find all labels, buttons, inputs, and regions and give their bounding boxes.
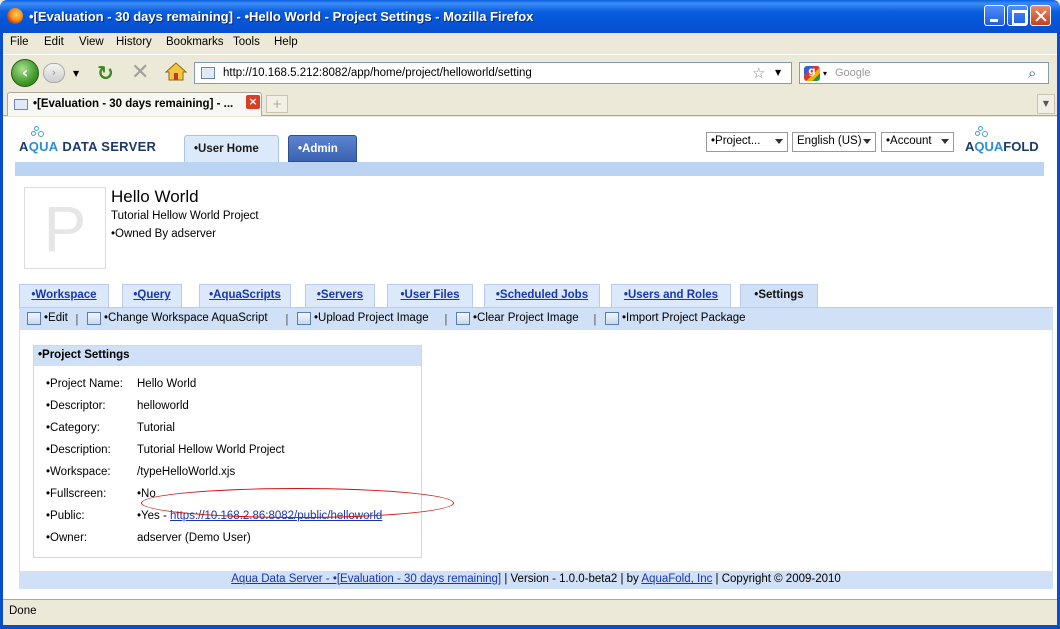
folder-icon[interactable] <box>605 312 619 325</box>
project-settings-panel: •Project Settings •Project Name: Hello Wo… <box>33 345 454 558</box>
project-title: Hello World <box>111 187 199 206</box>
search-box[interactable]: g ▾ Google ⌕ <box>799 62 1049 84</box>
chevron-down-icon <box>775 139 783 144</box>
action-toolbar: •Edit | •Change Workspace AquaScript | •… <box>19 307 1053 330</box>
highlight-annotation <box>141 488 454 518</box>
clear-project-image-action[interactable]: •Clear Project Image <box>473 312 579 324</box>
window-title: •[Evaluation - 30 days remaining] - •Hel… <box>29 9 534 24</box>
separator: | <box>285 312 289 326</box>
google-engine-icon[interactable]: g <box>804 66 820 81</box>
change-workspace-aquascript-action[interactable]: •Change Workspace AquaScript <box>104 312 268 324</box>
language-select[interactable]: English (US) <box>792 132 876 152</box>
upload-project-image-action[interactable]: •Upload Project Image <box>314 312 429 324</box>
tab-user-files[interactable]: •User Files <box>387 284 473 307</box>
tab-servers[interactable]: •Servers <box>305 284 375 307</box>
browser-tab-strip: •[Evaluation - 30 days remaining] - ... … <box>3 90 1057 116</box>
url-dropdown-icon[interactable]: ▼ <box>775 68 781 77</box>
tab-scheduled-jobs[interactable]: •Scheduled Jobs <box>484 284 600 307</box>
engine-dropdown-icon[interactable]: ▾ <box>823 69 827 78</box>
stop-icon[interactable]: ✕ <box>131 60 149 85</box>
menu-history[interactable]: History <box>116 36 152 48</box>
bubbles-icon <box>31 126 45 138</box>
address-bar[interactable]: http://10.168.5.212:8082/app/home/projec… <box>194 62 792 84</box>
status-text: Done <box>9 605 37 617</box>
tab-aquascripts[interactable]: •AquaScripts <box>199 284 291 307</box>
header-divider <box>15 162 1044 176</box>
script-icon[interactable] <box>87 312 101 325</box>
window-titlebar: •[Evaluation - 30 days remaining] - •Hel… <box>0 0 1060 33</box>
maximize-button[interactable] <box>1007 5 1028 26</box>
panel-title: •Project Settings <box>34 346 421 366</box>
reload-icon[interactable]: ↻ <box>97 61 114 85</box>
tab-workspace[interactable]: •Workspace <box>19 284 109 307</box>
chevron-down-icon <box>941 139 949 144</box>
import-project-package-action[interactable]: •Import Project Package <box>622 312 746 324</box>
close-window-button[interactable] <box>1030 5 1051 26</box>
tab-list-dropdown-icon[interactable]: ▼ <box>1037 94 1055 114</box>
project-owner: •Owned By adserver <box>111 228 217 240</box>
menu-file[interactable]: File <box>10 36 29 48</box>
tab-settings[interactable]: •Settings <box>740 284 818 308</box>
bookmark-star-icon[interactable]: ☆ <box>752 64 765 82</box>
tab-admin[interactable]: •Admin <box>288 135 357 162</box>
project-select[interactable]: •Project... <box>706 132 788 152</box>
menu-edit[interactable]: Edit <box>44 36 64 48</box>
app-name: AQUA DATA SERVER <box>19 139 157 154</box>
separator: | <box>75 312 79 326</box>
company-link[interactable]: AquaFold, Inc <box>641 573 712 585</box>
web-page: AQUA DATA SERVER •User Home •Admin •Proj… <box>3 117 1057 599</box>
tab-page-icon <box>14 99 28 110</box>
separator: | <box>444 312 448 326</box>
browser-tab[interactable]: •[Evaluation - 30 days remaining] - ... … <box>7 92 262 116</box>
home-icon[interactable] <box>165 61 187 81</box>
menu-view[interactable]: View <box>79 36 104 48</box>
back-arrow-icon[interactable]: ‹ <box>11 59 39 87</box>
edit-icon[interactable] <box>27 312 41 325</box>
address-url[interactable]: http://10.168.5.212:8082/app/home/projec… <box>223 67 532 79</box>
project-description: Tutorial Hellow World Project <box>111 210 259 222</box>
search-placeholder[interactable]: Google <box>835 67 870 79</box>
menu-bar: File Edit View History Bookmarks Tools H… <box>3 33 1057 53</box>
edit-action[interactable]: •Edit <box>44 312 68 324</box>
firefox-logo-icon <box>7 8 23 24</box>
forward-arrow-icon[interactable]: › <box>43 63 65 83</box>
menu-help[interactable]: Help <box>274 36 298 48</box>
tab-user-home[interactable]: •User Home <box>184 135 279 162</box>
brand-name: AQUAFOLD <box>965 139 1039 154</box>
browser-tab-title[interactable]: •[Evaluation - 30 days remaining] - ... <box>33 98 233 110</box>
project-image: P <box>24 187 106 269</box>
separator: | <box>593 312 597 326</box>
chevron-down-icon <box>863 139 871 144</box>
footer: Aqua Data Server - •[Evaluation - 30 day… <box>19 571 1053 588</box>
clear-image-icon[interactable] <box>456 312 470 325</box>
status-bar: Done <box>3 599 1057 623</box>
page-icon <box>201 67 215 79</box>
minimize-button[interactable] <box>984 5 1005 26</box>
aqua-data-server-logo[interactable]: AQUA DATA SERVER <box>19 126 169 156</box>
history-dropdown-icon[interactable]: ▼ <box>73 69 79 78</box>
aquafold-logo[interactable]: AQUAFOLD <box>965 126 1045 156</box>
menu-bookmarks[interactable]: Bookmarks <box>166 36 224 48</box>
bubbles-icon <box>975 126 989 138</box>
navigation-toolbar: ‹ › ▼ ↻ ✕ http://10.168.5.212:8082/app/h… <box>3 54 1057 90</box>
menu-tools[interactable]: Tools <box>233 36 260 48</box>
upload-image-icon[interactable] <box>297 312 311 325</box>
tab-users-and-roles[interactable]: •Users and Roles <box>611 284 731 307</box>
product-link[interactable]: Aqua Data Server - •[Evaluation - 30 day… <box>231 573 501 585</box>
close-tab-icon[interactable]: × <box>246 95 260 109</box>
new-tab-button[interactable]: + <box>266 95 288 113</box>
account-select[interactable]: •Account <box>881 132 954 152</box>
tab-query[interactable]: •Query <box>122 284 182 307</box>
search-icon[interactable]: ⌕ <box>1028 64 1036 82</box>
